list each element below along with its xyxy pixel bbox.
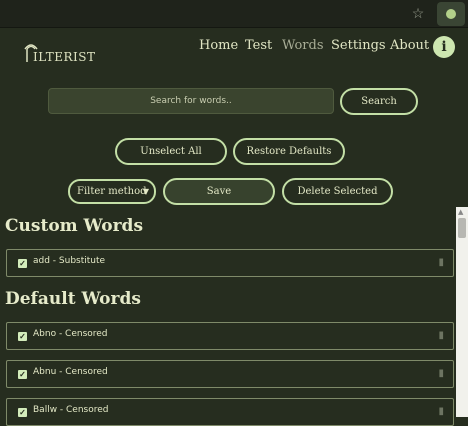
- trash-icon[interactable]: ▮: [438, 406, 444, 417]
- nav-test[interactable]: Test: [245, 38, 272, 53]
- delete-selected-button[interactable]: Delete Selected: [282, 178, 393, 205]
- checkbox-icon[interactable]: ✓: [18, 259, 27, 268]
- filter-method-label: Filter method: [77, 186, 147, 197]
- nav-about[interactable]: About: [390, 38, 429, 53]
- restore-defaults-button[interactable]: Restore Defaults: [233, 138, 345, 165]
- save-button[interactable]: Save: [163, 178, 275, 205]
- trash-icon[interactable]: ▮: [438, 330, 444, 341]
- filter-method-select[interactable]: Filter method ▼: [68, 179, 156, 204]
- word-label: add - Substitute: [33, 256, 106, 266]
- word-label: Abnu - Censored: [33, 367, 108, 377]
- default-words-heading: Default Words: [5, 289, 141, 309]
- word-label: Ballw - Censored: [33, 405, 109, 415]
- search-button[interactable]: Search: [340, 88, 418, 115]
- list-item[interactable]: ✓ Abno - Censored ▮: [6, 322, 454, 350]
- nav-home[interactable]: Home: [199, 38, 238, 53]
- nav-words[interactable]: Words: [282, 38, 324, 53]
- search-input[interactable]: Search for words..: [48, 88, 334, 114]
- nav-settings[interactable]: Settings: [331, 38, 386, 53]
- list-item[interactable]: ✓ Ballw - Censored ▮: [6, 398, 454, 426]
- checkbox-icon[interactable]: ✓: [18, 332, 27, 341]
- scrollbar[interactable]: ▲: [456, 207, 468, 417]
- list-item[interactable]: ✓ add - Substitute ▮: [6, 249, 454, 277]
- brand-logo[interactable]: ILTERIST: [24, 41, 96, 67]
- trash-icon[interactable]: ▮: [438, 368, 444, 379]
- scroll-thumb[interactable]: [458, 218, 466, 238]
- trash-icon[interactable]: ▮: [438, 257, 444, 268]
- list-item[interactable]: ✓ Abnu - Censored ▮: [6, 360, 454, 388]
- checkbox-icon[interactable]: ✓: [18, 408, 27, 417]
- info-icon[interactable]: i: [433, 36, 455, 58]
- checkbox-icon[interactable]: ✓: [18, 370, 27, 379]
- custom-words-heading: Custom Words: [5, 216, 144, 236]
- star-puzzle-icon[interactable]: ☆: [410, 6, 426, 22]
- word-label: Abno - Censored: [33, 329, 108, 339]
- extension-button[interactable]: [437, 2, 465, 26]
- scroll-up-icon[interactable]: ▲: [458, 208, 463, 216]
- logo-text: ILTERIST: [33, 50, 96, 64]
- browser-toolbar: ☆: [0, 0, 468, 28]
- unselect-all-button[interactable]: Unselect All: [115, 138, 227, 165]
- chevron-down-icon: ▼: [142, 187, 149, 196]
- extension-leaf-icon: [446, 9, 456, 19]
